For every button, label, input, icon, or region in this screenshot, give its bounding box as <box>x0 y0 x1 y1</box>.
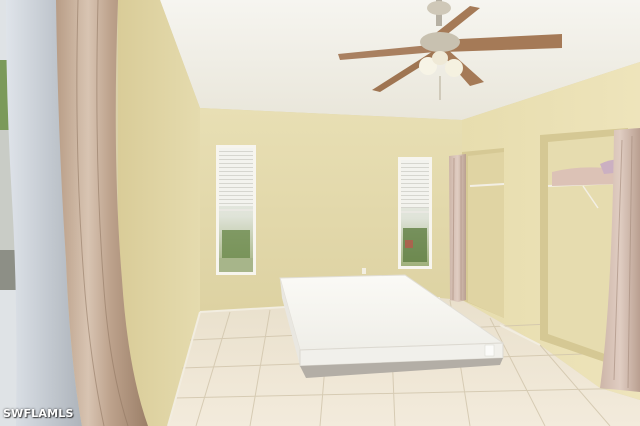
closet-left <box>462 148 505 318</box>
closet-left-curtain <box>449 154 466 302</box>
room-illustration <box>0 0 640 426</box>
window-left <box>216 145 256 275</box>
wall-outlet <box>362 268 366 274</box>
bedroom-photo: SWFLAMLS <box>0 0 640 426</box>
mls-watermark: SWFLAMLS <box>3 407 74 420</box>
window-right <box>398 157 432 269</box>
